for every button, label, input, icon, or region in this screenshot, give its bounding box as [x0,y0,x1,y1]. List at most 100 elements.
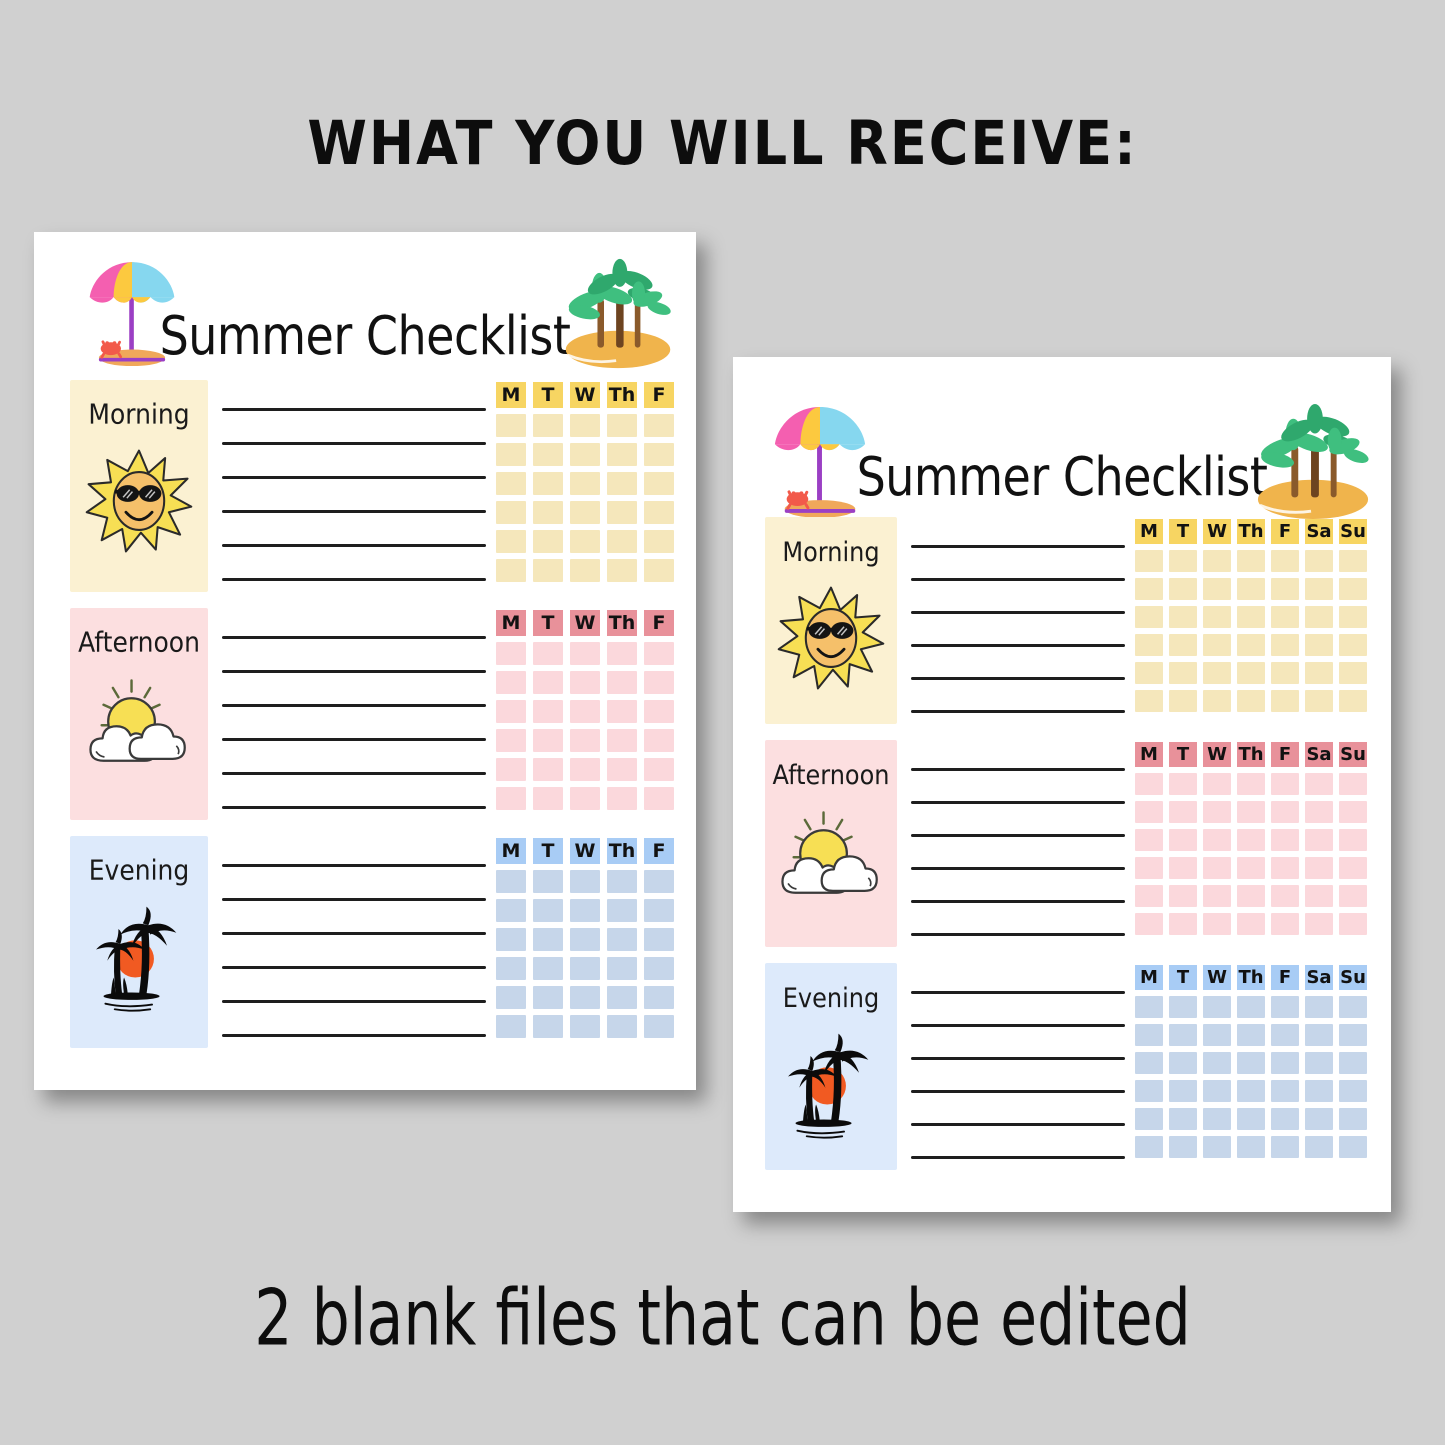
writing-line[interactable] [222,898,486,901]
checkbox-cell-m[interactable] [496,472,526,495]
checkbox-cell-th[interactable] [1237,801,1265,823]
checkbox-cell-f[interactable] [644,671,674,694]
checkbox-cell-th[interactable] [607,671,637,694]
writing-line[interactable] [222,636,486,639]
checkbox-cell-sa[interactable] [1305,913,1333,935]
checkbox-cell-w[interactable] [1203,578,1231,600]
checkbox-cell-t[interactable] [1169,885,1197,907]
checkbox-cell-th[interactable] [607,928,637,951]
checkbox-cell-t[interactable] [1169,662,1197,684]
checkbox-cell-w[interactable] [1203,1052,1231,1074]
checkbox-cell-m[interactable] [496,559,526,582]
checkbox-cell-m[interactable] [1135,1136,1163,1158]
checkbox-cell-w[interactable] [570,559,600,582]
writing-line[interactable] [911,1090,1125,1093]
checkbox-cell-su[interactable] [1339,885,1367,907]
writing-line[interactable] [911,900,1125,903]
checkbox-cell-t[interactable] [533,928,563,951]
checkbox-cell-f[interactable] [644,928,674,951]
checkbox-cell-w[interactable] [570,414,600,437]
checkbox-cell-m[interactable] [1135,578,1163,600]
checkbox-cell-su[interactable] [1339,634,1367,656]
checkbox-cell-th[interactable] [607,870,637,893]
checkbox-cell-f[interactable] [644,1015,674,1038]
checkbox-cell-f[interactable] [644,957,674,980]
checkbox-cell-sa[interactable] [1305,857,1333,879]
checkbox-cell-su[interactable] [1339,773,1367,795]
writing-line[interactable] [911,1156,1125,1159]
checkbox-cell-m[interactable] [1135,1080,1163,1102]
checkbox-cell-t[interactable] [533,443,563,466]
writing-line[interactable] [222,966,486,969]
checkbox-cell-f[interactable] [1271,996,1299,1018]
checkbox-cell-th[interactable] [1237,662,1265,684]
checkbox-cell-t[interactable] [1169,606,1197,628]
writing-line[interactable] [222,670,486,673]
checkbox-cell-su[interactable] [1339,1108,1367,1130]
checkbox-cell-t[interactable] [533,559,563,582]
writing-lines-morning[interactable] [222,380,486,592]
writing-lines-evening[interactable] [222,836,486,1048]
checkbox-cell-t[interactable] [533,530,563,553]
writing-line[interactable] [222,476,486,479]
writing-line[interactable] [911,991,1125,994]
checkbox-cell-t[interactable] [1169,634,1197,656]
checkbox-cell-su[interactable] [1339,1136,1367,1158]
writing-line[interactable] [911,1123,1125,1126]
checkbox-cell-f[interactable] [644,758,674,781]
checkbox-cell-su[interactable] [1339,1052,1367,1074]
checkbox-cell-th[interactable] [1237,578,1265,600]
checkbox-cell-m[interactable] [496,870,526,893]
checkbox-cell-f[interactable] [1271,801,1299,823]
checkbox-cell-f[interactable] [644,559,674,582]
checkbox-cell-w[interactable] [570,1015,600,1038]
checkbox-cell-t[interactable] [533,1015,563,1038]
checkbox-cell-su[interactable] [1339,550,1367,572]
writing-line[interactable] [222,510,486,513]
checkbox-cell-sa[interactable] [1305,1136,1333,1158]
checkbox-cell-m[interactable] [496,986,526,1009]
checkbox-cell-th[interactable] [607,899,637,922]
checkbox-cell-m[interactable] [496,501,526,524]
checkbox-cell-w[interactable] [1203,1136,1231,1158]
checkbox-cell-su[interactable] [1339,857,1367,879]
checkbox-cell-w[interactable] [1203,690,1231,712]
checkbox-cell-f[interactable] [644,787,674,810]
checkbox-cell-sa[interactable] [1305,996,1333,1018]
checkbox-cell-m[interactable] [496,729,526,752]
checkbox-cell-sa[interactable] [1305,606,1333,628]
checkbox-cell-f[interactable] [1271,662,1299,684]
writing-line[interactable] [911,1057,1125,1060]
checkbox-cell-th[interactable] [1237,773,1265,795]
checkbox-cell-t[interactable] [533,671,563,694]
checkbox-cell-m[interactable] [496,787,526,810]
checkbox-cell-m[interactable] [496,1015,526,1038]
writing-line[interactable] [911,677,1125,680]
checkbox-cell-w[interactable] [1203,829,1231,851]
checkbox-cell-sa[interactable] [1305,801,1333,823]
checkbox-cell-th[interactable] [607,414,637,437]
checkbox-cell-w[interactable] [1203,773,1231,795]
checkbox-cell-w[interactable] [570,870,600,893]
checkbox-cell-th[interactable] [607,957,637,980]
checkbox-cell-m[interactable] [1135,606,1163,628]
writing-lines-afternoon[interactable] [222,608,486,820]
writing-line[interactable] [911,801,1125,804]
checkbox-cell-t[interactable] [533,472,563,495]
checkbox-cell-w[interactable] [570,758,600,781]
checkbox-cell-t[interactable] [1169,1108,1197,1130]
writing-lines-evening[interactable] [911,963,1125,1170]
checkbox-cell-m[interactable] [1135,690,1163,712]
checkbox-cell-f[interactable] [644,700,674,723]
checkbox-cell-f[interactable] [644,443,674,466]
writing-lines-morning[interactable] [911,517,1125,724]
checkbox-cell-w[interactable] [1203,801,1231,823]
checkbox-cell-f[interactable] [644,642,674,665]
checkbox-cell-th[interactable] [1237,1024,1265,1046]
checkbox-cell-f[interactable] [1271,550,1299,572]
checkbox-cell-t[interactable] [1169,1080,1197,1102]
checkbox-cell-sa[interactable] [1305,634,1333,656]
checkbox-cell-t[interactable] [533,700,563,723]
checkbox-cell-w[interactable] [570,671,600,694]
checkbox-cell-th[interactable] [607,986,637,1009]
